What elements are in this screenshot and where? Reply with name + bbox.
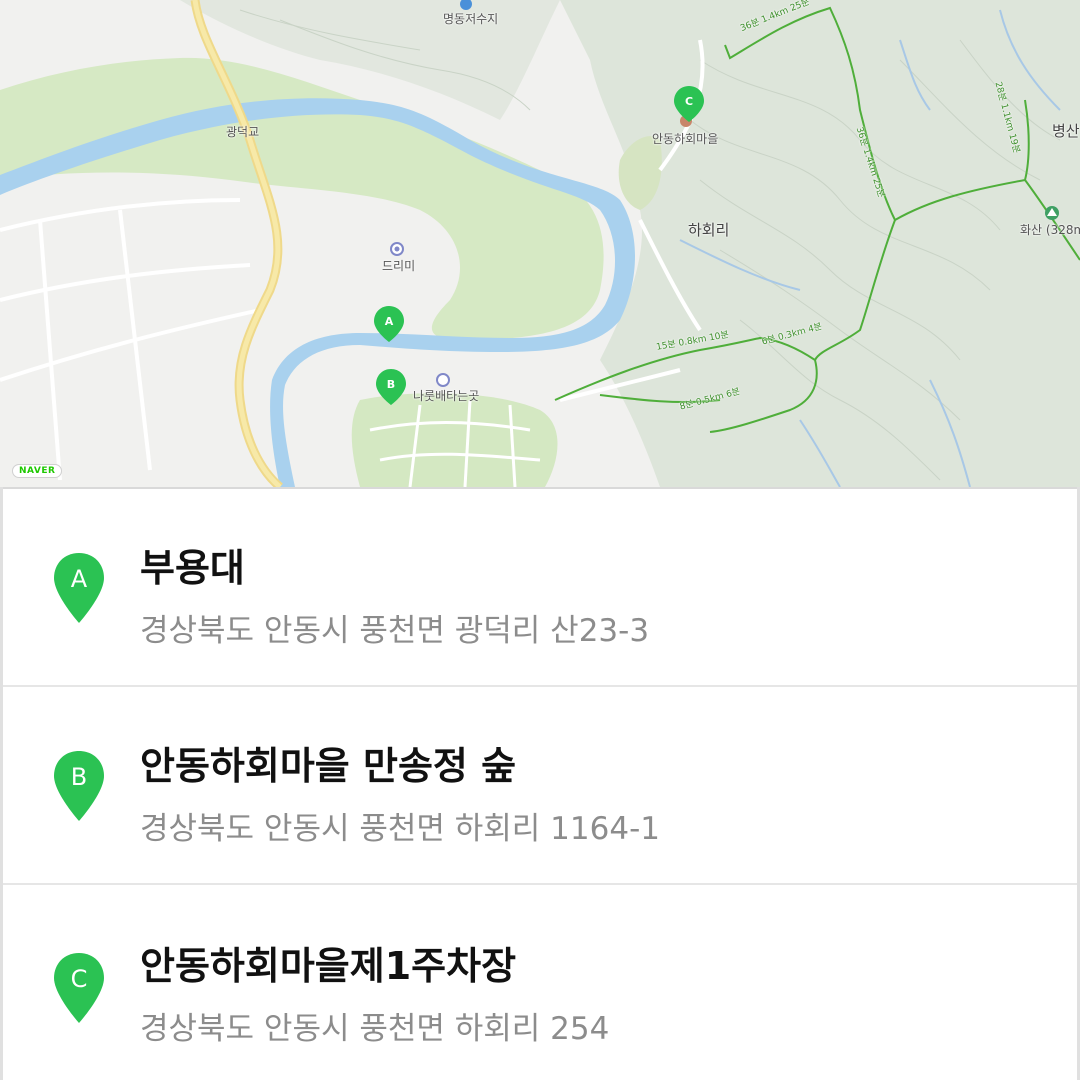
marker-a-letter: A	[71, 565, 88, 593]
label-drimi: 드리미	[382, 259, 416, 273]
label-ferry: 나룻배타는곳	[413, 389, 480, 403]
place-address: 경상북도 안동시 풍천면 하회리 1164-1	[140, 811, 660, 847]
marker-c-letter: C	[71, 965, 88, 993]
place-name: 부용대	[140, 546, 245, 590]
marker-b-icon: B	[54, 751, 104, 821]
place-item-c[interactable]: C 안동하회마을제1주차장 경상북도 안동시 풍천면 하회리 254	[0, 885, 1080, 1083]
label-hahoe-ri: 하회리	[688, 221, 730, 239]
map-pin-a-letter: A	[385, 315, 394, 328]
map-pin-c-letter: C	[685, 95, 693, 108]
label-bridge: 광덕교	[226, 125, 260, 139]
map-pin-b-letter: B	[387, 378, 395, 391]
marker-a-icon: A	[54, 553, 104, 623]
place-item-a[interactable]: A 부용대 경상북도 안동시 풍천면 광덕리 산23-3	[0, 489, 1080, 687]
label-byeongsan: 병산	[1052, 122, 1080, 140]
place-address: 경상북도 안동시 풍천면 하회리 254	[140, 1011, 610, 1047]
list-edge-left	[0, 487, 3, 1080]
map-canvas: A B C	[0, 0, 1080, 487]
place-name: 안동하회마을제1주차장	[140, 944, 517, 988]
place-name: 안동하회마을 만송정 숲	[140, 744, 517, 788]
marker-c-icon: C	[54, 953, 104, 1023]
marker-b-letter: B	[71, 763, 87, 791]
label-mountain: 화산 (328m	[1020, 223, 1080, 237]
map-view[interactable]: A B C 명동저수지 광덕교 안동하회마을 하회리 드리미 나룻배타는곳 화산…	[0, 0, 1080, 487]
place-item-b[interactable]: B 안동하회마을 만송정 숲 경상북도 안동시 풍천면 하회리 1164-1	[0, 687, 1080, 885]
place-address: 경상북도 안동시 풍천면 광덕리 산23-3	[140, 613, 650, 649]
place-list: A 부용대 경상북도 안동시 풍천면 광덕리 산23-3 B 안동하회마을 만송…	[0, 487, 1080, 1080]
label-reservoir: 명동저수지	[443, 12, 499, 26]
label-village: 안동하회마을	[652, 132, 719, 146]
naver-logo: NAVER	[12, 464, 63, 478]
